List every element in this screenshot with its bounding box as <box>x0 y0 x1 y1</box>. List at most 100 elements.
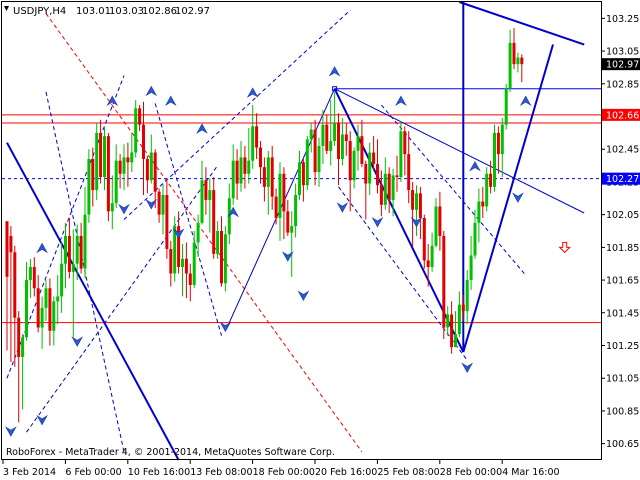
candle-body <box>516 57 520 65</box>
candle-body <box>395 175 399 178</box>
x-tick-label: 20 Feb 16:00 <box>315 467 377 478</box>
candle-body <box>13 252 17 318</box>
candle-body <box>67 235 71 272</box>
symbol-label: USDJPY,H4 <box>13 6 66 17</box>
candle-body <box>142 124 145 160</box>
candle-body <box>383 173 387 205</box>
candle-body <box>473 222 477 256</box>
candle-body <box>223 234 227 284</box>
candle-body <box>216 231 220 254</box>
candle-body <box>329 141 333 151</box>
candle-body <box>442 235 446 328</box>
candle-body <box>91 159 95 191</box>
candle-body <box>477 201 481 223</box>
candle-body <box>40 307 44 328</box>
candle-body <box>454 334 457 348</box>
candle-body <box>298 162 301 196</box>
candle-body <box>399 131 403 178</box>
candle-body <box>75 235 79 264</box>
candle-body <box>438 206 442 236</box>
candle-body <box>44 288 48 308</box>
candle-body <box>262 167 266 187</box>
candle-body <box>344 134 348 142</box>
price-label-text: 102.27 <box>606 174 639 185</box>
candle-body <box>126 157 130 163</box>
candle-body <box>376 163 379 186</box>
price-label-text: 102.97 <box>606 60 639 71</box>
candle-body <box>520 57 524 65</box>
ohlc-high: 103.03 <box>109 6 144 17</box>
candle-body <box>493 132 496 187</box>
candle-body <box>110 203 114 212</box>
candle-body <box>294 195 298 227</box>
candle-body <box>21 337 25 357</box>
y-tick-label: 101.25 <box>606 341 639 352</box>
copyright-footer: RoboForex - MetaTrader 4, © 2001-2014, M… <box>6 447 335 458</box>
candle-body <box>259 147 262 168</box>
candle-body <box>500 124 504 155</box>
candle-body <box>422 217 426 261</box>
candle-body <box>317 145 321 173</box>
candle-body <box>411 190 415 210</box>
candle-body <box>434 206 438 246</box>
candle-body <box>251 126 255 161</box>
y-tick-label: 101.45 <box>606 308 639 319</box>
candle-body <box>87 159 91 215</box>
candle-body <box>321 124 325 146</box>
candle-body <box>352 150 356 181</box>
candle-body <box>465 280 469 312</box>
candle-body <box>391 175 395 200</box>
x-tick-label: 4 Mar 16:00 <box>502 467 559 478</box>
candle-body <box>270 157 274 197</box>
price-label-text: 102.66 <box>606 110 639 121</box>
candle-body <box>79 235 83 269</box>
candle-body <box>356 136 360 151</box>
candle-body <box>95 132 99 191</box>
candle-body <box>184 258 188 274</box>
candle-body <box>32 266 36 289</box>
candle-body <box>200 180 204 223</box>
candle-body <box>17 317 21 357</box>
candle-body <box>504 88 508 125</box>
candle-body <box>469 255 473 281</box>
x-tick-label: 10 Feb 16:00 <box>128 467 190 478</box>
candle-body <box>231 160 235 199</box>
candle-body <box>5 221 9 277</box>
candle-body <box>309 129 313 140</box>
candle-body <box>122 157 126 174</box>
y-tick-label: 101.85 <box>606 243 639 254</box>
candle-body <box>379 185 383 205</box>
candle-body <box>368 152 372 184</box>
chart-canvas: 103.25103.05102.85102.65102.45102.25102.… <box>0 0 640 480</box>
candle-body <box>36 288 40 328</box>
candle-body <box>512 42 516 65</box>
candle-body <box>407 154 411 191</box>
candle-body <box>301 162 305 186</box>
candle-body <box>196 222 200 243</box>
candle-body <box>64 235 67 264</box>
candle-body <box>192 242 196 285</box>
candle-body <box>145 159 149 181</box>
candle-body <box>71 263 75 272</box>
x-tick-label: 18 Feb 00:00 <box>253 467 315 478</box>
candle-body <box>149 152 153 181</box>
candle-body <box>239 157 243 184</box>
candle-body <box>274 196 278 218</box>
candle-body <box>212 190 216 254</box>
ohlc-open: 103.01 <box>76 6 111 17</box>
candle-body <box>387 173 391 200</box>
candle-body <box>138 108 142 125</box>
candle-body <box>103 136 106 178</box>
candle-body <box>169 248 173 274</box>
x-tick-label: 28 Feb 00:00 <box>440 467 502 478</box>
candle-body <box>48 288 52 331</box>
candle-body <box>337 123 340 160</box>
candle-body <box>360 136 364 164</box>
candle-body <box>282 173 286 212</box>
y-tick-label: 102.05 <box>606 210 639 221</box>
candle-body <box>28 266 32 281</box>
candle-body <box>489 173 493 187</box>
candle-body <box>485 173 489 207</box>
candle-body <box>340 134 344 160</box>
candle-body <box>450 314 454 348</box>
